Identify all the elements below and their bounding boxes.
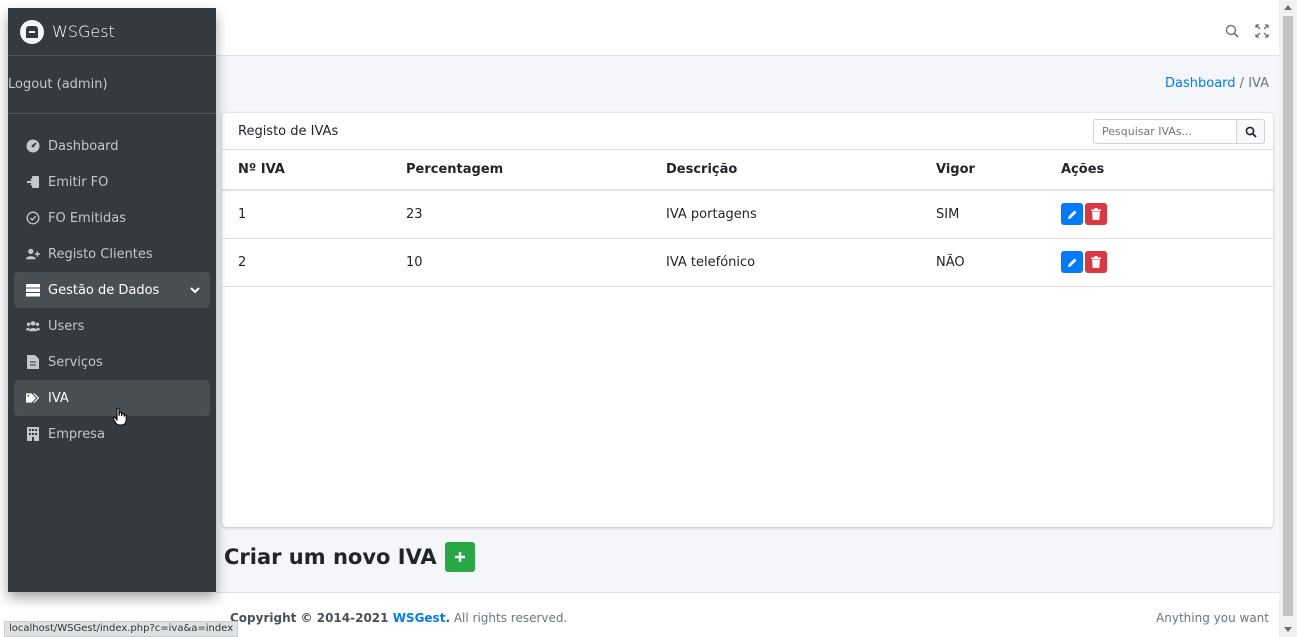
brand-name: WSGest bbox=[52, 22, 115, 41]
breadcrumb: Dashboard / IVA bbox=[1165, 76, 1269, 91]
table-row: 2 10 IVA telefónico NÃO bbox=[222, 238, 1273, 287]
sidebar-item-dashboard[interactable]: Dashboard bbox=[14, 128, 210, 164]
create-section: Criar um novo IVA bbox=[224, 542, 475, 572]
scroll-down-icon[interactable] bbox=[1284, 627, 1292, 632]
breadcrumb-separator: / bbox=[1239, 76, 1245, 91]
breadcrumb-current: IVA bbox=[1248, 76, 1269, 91]
card-header: Registo de IVAs bbox=[222, 113, 1273, 150]
sidebar-item-label: FO Emitidas bbox=[48, 210, 127, 226]
sidebar-nav: Dashboard Emitir FO FO Emitidas Registo … bbox=[8, 114, 216, 452]
top-navbar bbox=[216, 8, 1279, 56]
building-icon bbox=[26, 427, 40, 441]
column-header: Percentagem bbox=[390, 150, 650, 191]
trash-icon bbox=[1091, 256, 1101, 268]
cell-description: IVA portagens bbox=[650, 190, 920, 239]
sidebar-item-fo-emitidas[interactable]: FO Emitidas bbox=[14, 200, 210, 236]
cell-num: 1 bbox=[222, 190, 390, 239]
card-title: Registo de IVAs bbox=[238, 123, 339, 139]
status-url: localhost/WSGest/index.php?c=iva&a=index bbox=[4, 621, 239, 637]
brand-logo-icon bbox=[20, 19, 44, 44]
sidebar-item-label: Empresa bbox=[48, 426, 105, 442]
sidebar-item-emitir-fo[interactable]: Emitir FO bbox=[14, 164, 210, 200]
breadcrumb-home-link[interactable]: Dashboard bbox=[1165, 76, 1236, 91]
main-sidebar: WSGest Logout (admin) Dashboard Emitir F… bbox=[8, 8, 216, 592]
footer-rights: All rights reserved. bbox=[453, 611, 568, 625]
create-title: Criar um novo IVA bbox=[224, 545, 437, 569]
hand-cursor-icon bbox=[112, 407, 127, 430]
users-icon bbox=[26, 319, 40, 333]
chevron-down-icon bbox=[190, 283, 200, 298]
cell-percentage: 10 bbox=[390, 238, 650, 287]
footer-copyright: Copyright © 2014-2021 WSGest. All rights… bbox=[230, 611, 568, 625]
scroll-thumb[interactable] bbox=[1283, 16, 1293, 616]
sign-in-icon bbox=[26, 175, 40, 189]
column-header: Nº IVA bbox=[222, 150, 390, 191]
search-input[interactable] bbox=[1093, 119, 1237, 144]
column-header: Vigor bbox=[920, 150, 1045, 191]
logout-link[interactable]: Logout (admin) bbox=[8, 77, 108, 92]
table-row: 1 23 IVA portagens SIM bbox=[222, 190, 1273, 239]
column-header: Ações bbox=[1045, 150, 1273, 191]
edit-button[interactable] bbox=[1061, 251, 1083, 273]
delete-button[interactable] bbox=[1085, 203, 1107, 226]
search-icon bbox=[1245, 126, 1257, 138]
tags-icon bbox=[26, 391, 40, 405]
sidebar-item-users[interactable]: Users bbox=[14, 308, 210, 344]
pencil-icon bbox=[1067, 258, 1076, 267]
cell-description: IVA telefónico bbox=[650, 238, 920, 287]
dashboard-gauge-icon bbox=[26, 139, 40, 153]
pencil-icon bbox=[1067, 210, 1076, 219]
sidebar-item-iva[interactable]: IVA bbox=[14, 380, 210, 416]
table-header-row: Nº IVA Percentagem Descrição Vigor Ações bbox=[222, 150, 1273, 191]
sidebar-item-label: Serviços bbox=[48, 354, 103, 370]
iva-table: Nº IVA Percentagem Descrição Vigor Ações… bbox=[222, 150, 1273, 287]
iva-card: Registo de IVAs Nº IVA Percentagem Descr… bbox=[222, 113, 1273, 527]
scroll-up-icon[interactable] bbox=[1284, 5, 1292, 10]
content-wrapper: Dashboard / IVA Registo de IVAs Nº IVA P… bbox=[216, 56, 1279, 592]
sidebar-item-gestao-de-dados[interactable]: Gestão de Dados bbox=[14, 272, 210, 308]
cell-actions bbox=[1045, 238, 1273, 287]
sidebar-item-registo-clientes[interactable]: Registo Clientes bbox=[14, 236, 210, 272]
search-icon[interactable] bbox=[1225, 24, 1239, 42]
cell-vigor: SIM bbox=[920, 190, 1045, 239]
user-plus-icon bbox=[26, 247, 40, 261]
cell-num: 2 bbox=[222, 238, 390, 287]
sidebar-item-label: IVA bbox=[48, 390, 69, 406]
search-button[interactable] bbox=[1237, 119, 1265, 144]
search-group bbox=[1093, 119, 1265, 144]
delete-button[interactable] bbox=[1085, 251, 1107, 273]
cell-actions bbox=[1045, 190, 1273, 239]
page-scrollbar[interactable] bbox=[1279, 0, 1297, 637]
footer-right-text: Anything you want bbox=[1156, 611, 1269, 625]
plus-icon bbox=[454, 552, 465, 562]
sidebar-item-label: Gestão de Dados bbox=[48, 282, 160, 298]
add-iva-button[interactable] bbox=[444, 542, 475, 572]
brand-link[interactable]: WSGest bbox=[8, 8, 216, 56]
copyright-prefix: Copyright © 2014-2021 bbox=[230, 611, 389, 625]
column-header: Descrição bbox=[650, 150, 920, 191]
trash-icon bbox=[1091, 208, 1101, 221]
server-icon bbox=[26, 283, 40, 297]
cell-vigor: NÃO bbox=[920, 238, 1045, 287]
cell-percentage: 23 bbox=[390, 190, 650, 239]
check-circle-icon bbox=[26, 211, 40, 225]
edit-button[interactable] bbox=[1061, 203, 1083, 226]
sidebar-item-empresa[interactable]: Empresa bbox=[14, 416, 210, 452]
sidebar-item-label: Registo Clientes bbox=[48, 246, 153, 262]
footer-brand-link[interactable]: WSGest bbox=[393, 611, 446, 625]
sidebar-item-label: Users bbox=[48, 318, 85, 334]
sidebar-item-label: Dashboard bbox=[48, 138, 119, 154]
user-panel: Logout (admin) bbox=[8, 56, 216, 114]
sidebar-item-label: Emitir FO bbox=[48, 174, 109, 190]
main-footer: Copyright © 2014-2021 WSGest. All rights… bbox=[216, 592, 1279, 637]
fullscreen-icon[interactable] bbox=[1255, 24, 1269, 42]
file-icon bbox=[26, 355, 40, 369]
sidebar-item-servicos[interactable]: Serviços bbox=[14, 344, 210, 380]
